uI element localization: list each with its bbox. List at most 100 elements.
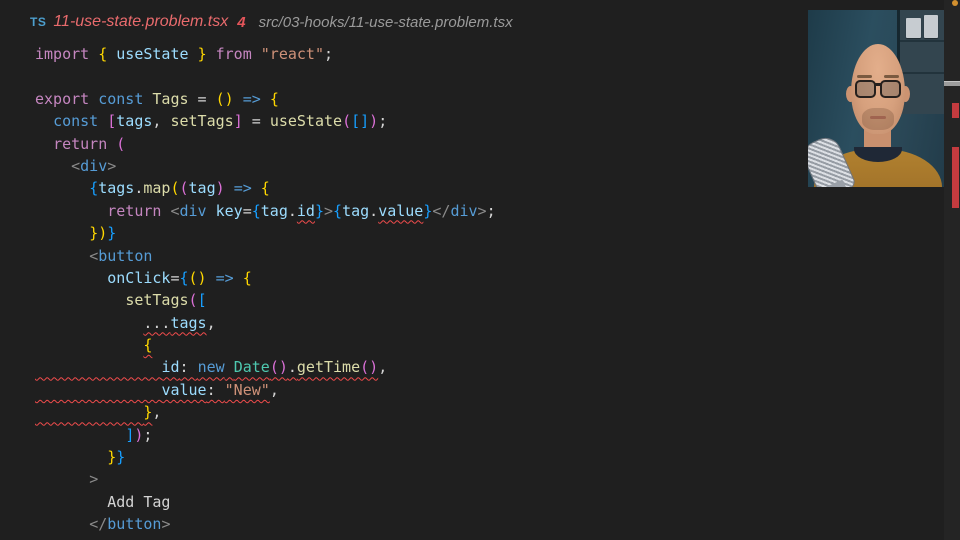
- code-token: .: [288, 358, 297, 376]
- code-token: ,: [207, 314, 216, 332]
- code-token: [35, 381, 161, 399]
- code-line[interactable]: [35, 65, 496, 87]
- code-line[interactable]: </button>: [35, 513, 496, 535]
- code-line[interactable]: >: [35, 468, 496, 490]
- code-token: }: [107, 448, 116, 466]
- code-token: [35, 157, 71, 175]
- code-token: ,: [152, 403, 161, 421]
- tab-file-name[interactable]: 11-use-state.problem.tsx: [53, 13, 228, 31]
- code-token: setTags: [125, 291, 188, 309]
- code-token: =>: [234, 179, 252, 197]
- code-token: ]: [234, 112, 243, 130]
- code-line[interactable]: ]);: [35, 424, 496, 446]
- code-token: useState: [116, 45, 188, 63]
- code-token: ): [98, 224, 107, 242]
- code-token: "New": [225, 381, 270, 399]
- code-token: [35, 358, 161, 376]
- code-token: <: [71, 157, 80, 175]
- code-token: (: [189, 291, 198, 309]
- code-token: const: [53, 112, 98, 130]
- code-token: useState: [270, 112, 342, 130]
- code-token: :: [180, 358, 198, 376]
- code-line[interactable]: const [tags, setTags] = useState([]);: [35, 110, 496, 132]
- person-eyebrow: [857, 75, 872, 78]
- glasses-icon: [855, 80, 901, 98]
- error-squiggle: id: [297, 202, 315, 220]
- error-squiggle: {: [143, 336, 152, 354]
- error-squiggle: value: [378, 202, 423, 220]
- code-token: {: [243, 269, 252, 287]
- code-token: [35, 269, 107, 287]
- code-token: .: [369, 202, 378, 220]
- code-token: {: [252, 202, 261, 220]
- code-token: =: [243, 112, 270, 130]
- code-token: [35, 426, 125, 444]
- code-token: [252, 45, 261, 63]
- code-token: (: [116, 135, 125, 153]
- code-token: {: [333, 202, 342, 220]
- code-token: =: [189, 90, 216, 108]
- code-line[interactable]: value: "New",: [35, 379, 496, 401]
- code-line[interactable]: <button: [35, 245, 496, 267]
- code-line[interactable]: },: [35, 401, 496, 423]
- code-token: [252, 179, 261, 197]
- code-token: [207, 202, 216, 220]
- code-token: [89, 90, 98, 108]
- code-line[interactable]: Add Tag: [35, 491, 496, 513]
- code-token: tag: [261, 202, 288, 220]
- code-area[interactable]: import { useState } from "react"; export…: [35, 43, 496, 536]
- code-line[interactable]: ...tags,: [35, 312, 496, 334]
- person-eyebrow: [884, 75, 899, 78]
- code-token: :: [207, 381, 225, 399]
- code-line[interactable]: {tags.map((tag) => {: [35, 177, 496, 199]
- code-token: >: [324, 202, 333, 220]
- code-token: Tags: [152, 90, 188, 108]
- error-squiggle: value: "New": [35, 381, 270, 399]
- code-token: "react": [261, 45, 324, 63]
- code-token: [: [198, 291, 207, 309]
- code-token: value: [378, 202, 423, 220]
- code-token: </: [89, 515, 107, 533]
- code-token: [234, 90, 243, 108]
- code-token: ;: [378, 112, 387, 130]
- code-line[interactable]: <div>: [35, 155, 496, 177]
- overview-ruler[interactable]: [944, 0, 960, 540]
- code-token: button: [107, 515, 161, 533]
- code-line[interactable]: }}: [35, 446, 496, 468]
- code-token: tags: [116, 112, 152, 130]
- shelf-box: [924, 15, 938, 38]
- code-line[interactable]: return <div key={tag.id}>{tag.value}</di…: [35, 200, 496, 222]
- code-token: ,: [270, 381, 279, 399]
- tab-bar: TS 11-use-state.problem.tsx 4 src/03-hoo…: [30, 10, 513, 34]
- code-token: {: [89, 179, 98, 197]
- code-token: .: [288, 202, 297, 220]
- code-token: return: [53, 135, 107, 153]
- error-squiggle: }: [35, 403, 152, 421]
- code-line[interactable]: setTags([: [35, 289, 496, 311]
- code-line[interactable]: return (: [35, 133, 496, 155]
- recording-indicator-dot: [952, 0, 958, 6]
- code-line[interactable]: import { useState } from "react";: [35, 43, 496, 65]
- code-token: id: [297, 202, 315, 220]
- code-token: (: [342, 112, 351, 130]
- code-token: [107, 45, 116, 63]
- code-line[interactable]: export const Tags = () => {: [35, 88, 496, 110]
- webcam-overlay: [808, 10, 944, 187]
- code-token: setTags: [170, 112, 233, 130]
- code-token: [35, 247, 89, 265]
- code-line[interactable]: {: [35, 334, 496, 356]
- code-token: ;: [324, 45, 333, 63]
- error-squiggle: ...tags: [143, 314, 206, 332]
- code-token: =: [243, 202, 252, 220]
- code-line[interactable]: id: new Date().getTime(),: [35, 356, 496, 378]
- code-line[interactable]: })}: [35, 222, 496, 244]
- code-token: >: [478, 202, 487, 220]
- code-token: tag: [342, 202, 369, 220]
- code-line[interactable]: onClick={() => {: [35, 267, 496, 289]
- code-token: <: [170, 202, 179, 220]
- code-token: Date: [234, 358, 270, 376]
- code-token: [98, 112, 107, 130]
- error-mark: [952, 103, 959, 118]
- sweater-collar: [854, 147, 902, 162]
- code-token: {: [143, 336, 152, 354]
